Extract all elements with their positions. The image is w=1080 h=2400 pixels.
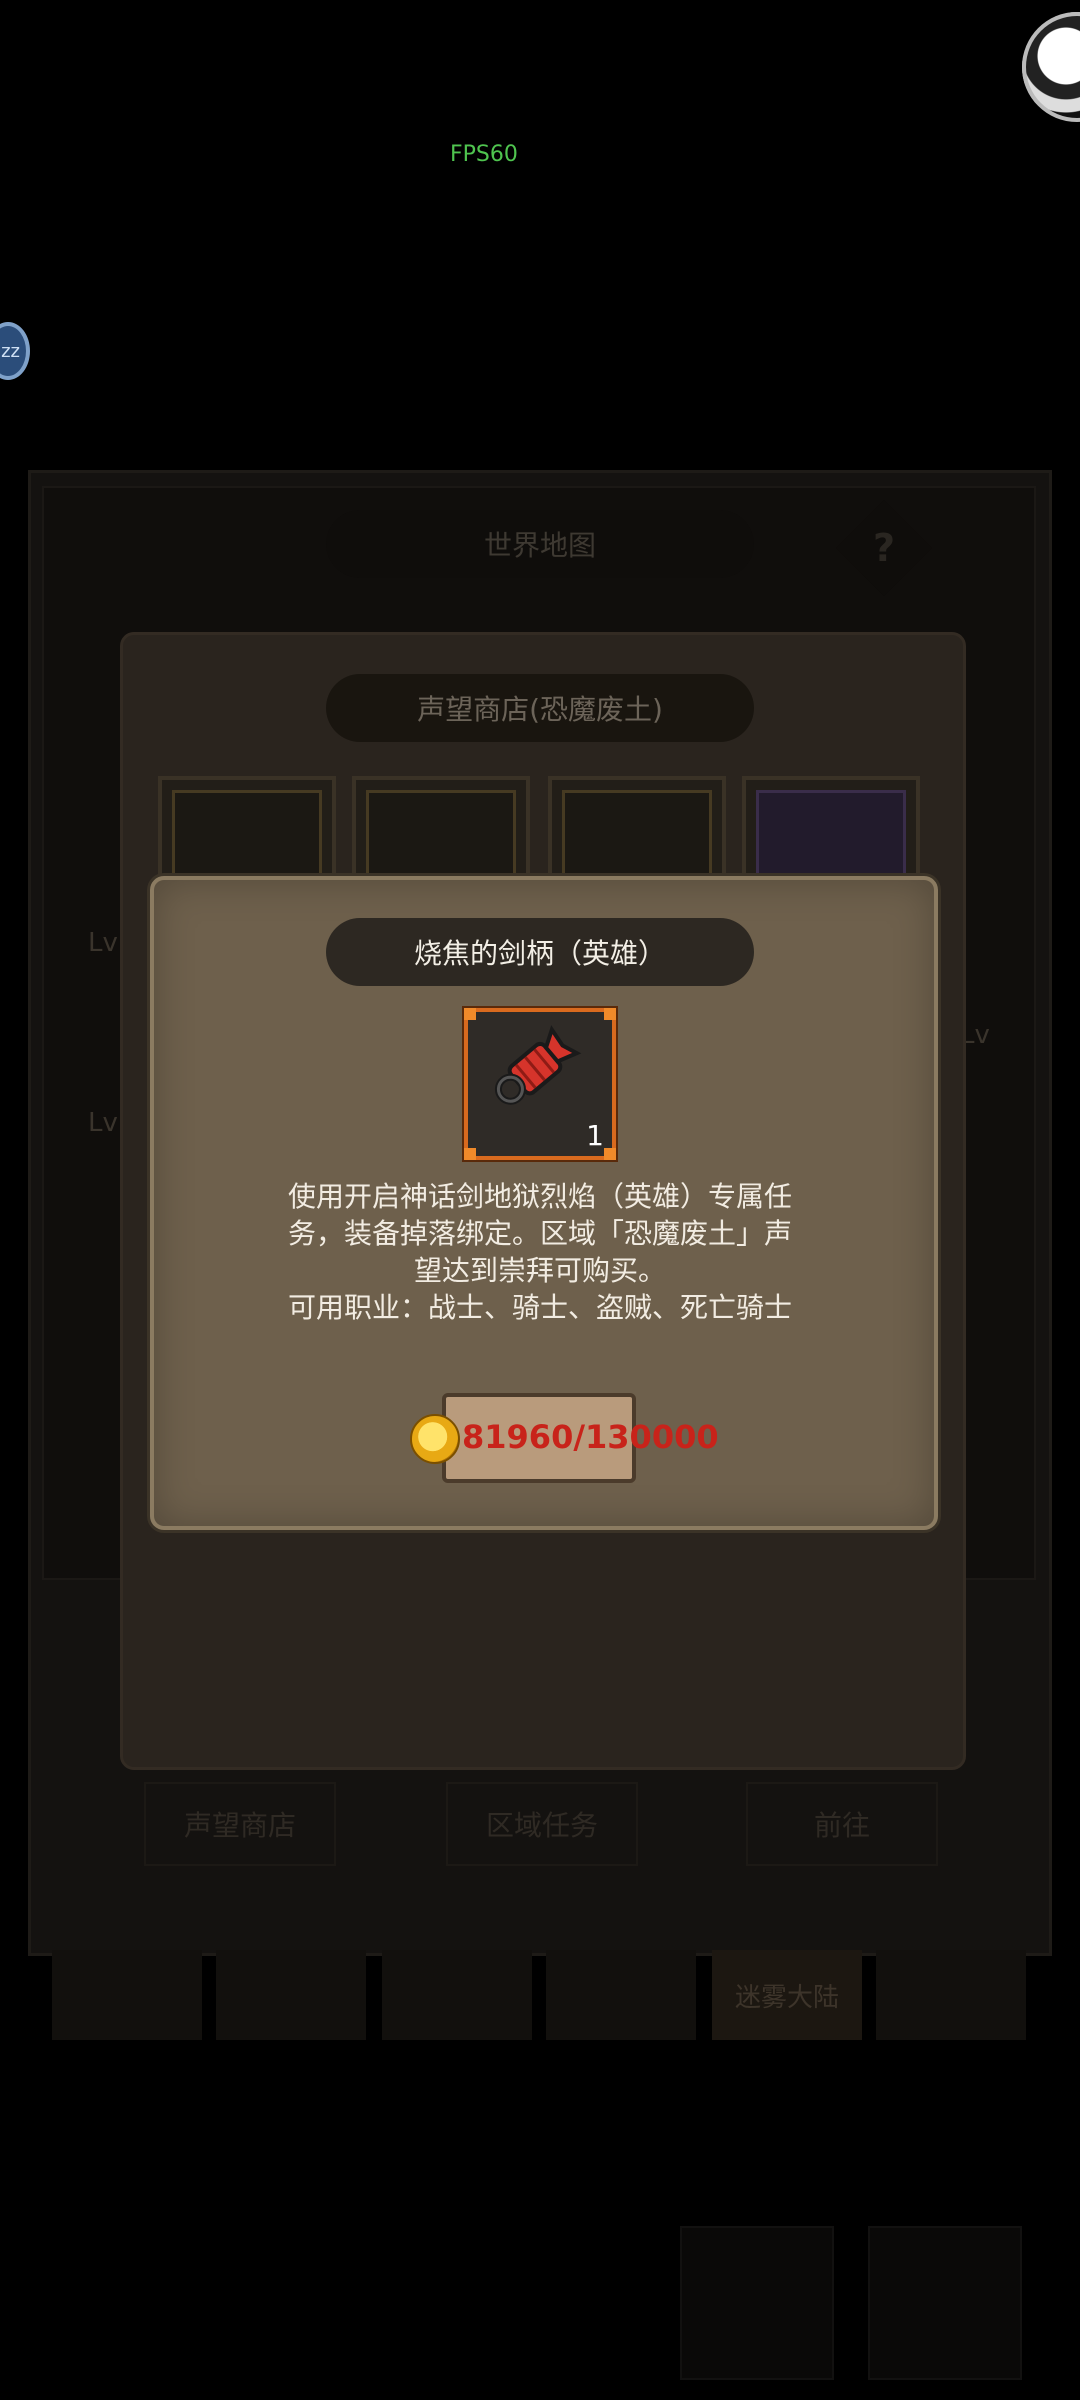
region-tab[interactable]	[52, 1950, 202, 2040]
region-tab[interactable]	[546, 1950, 696, 2040]
description-line: 可用职业：战士、骑士、盗贼、死亡骑士	[287, 1291, 792, 1324]
gold-coin-icon	[410, 1414, 460, 1464]
go-button[interactable]: 前往	[746, 1782, 938, 1866]
region-tab-active[interactable]: 迷雾大陆	[712, 1950, 862, 2040]
inventory-slot	[680, 2226, 834, 2380]
world-map-title: 世界地图	[326, 510, 754, 578]
region-quest-button[interactable]: 区域任务	[446, 1782, 638, 1866]
item-icon-frame[interactable]: 1	[464, 1008, 616, 1160]
reputation-shop-title: 声望商店(恐魔废土)	[326, 674, 754, 742]
fps-counter: FPS60	[450, 142, 518, 167]
price-label: 81960/130000	[462, 1418, 719, 1456]
item-description: 使用开启神话剑地狱烈焰（英雄）专属任 务，装备掉落绑定。区域「恐魔废土」声 望达…	[200, 1178, 880, 1326]
region-tab[interactable]	[216, 1950, 366, 2040]
description-line: 望达到崇拜可购买。	[413, 1254, 666, 1287]
inventory-slot	[868, 2226, 1022, 2380]
reputation-shop-button[interactable]: 声望商店	[144, 1782, 336, 1866]
description-line: 务，装备掉落绑定。区域「恐魔废土」声	[287, 1217, 792, 1250]
side-level-label: Lv	[88, 928, 118, 958]
help-symbol: ?	[872, 525, 896, 570]
sleep-badge[interactable]: zz	[0, 322, 30, 380]
side-level-label: Lv	[88, 1108, 118, 1138]
description-line: 使用开启神话剑地狱烈焰（英雄）专属任	[287, 1180, 792, 1213]
region-tab[interactable]	[382, 1950, 532, 2040]
region-tab[interactable]	[876, 1950, 1026, 2040]
item-name-title: 烧焦的剑柄（英雄）	[326, 918, 754, 986]
item-count: 1	[586, 1119, 604, 1152]
app-logo-icon[interactable]	[1022, 12, 1080, 122]
